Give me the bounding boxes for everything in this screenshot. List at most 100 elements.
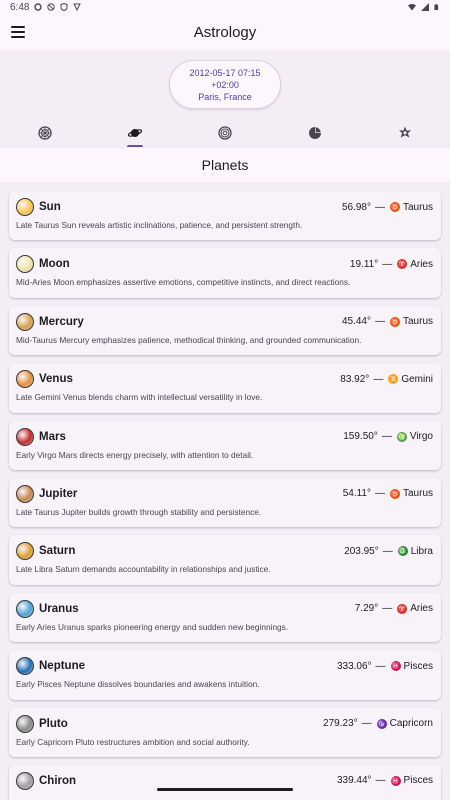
planet-sign: Pisces bbox=[403, 775, 433, 787]
neptune-icon bbox=[16, 657, 34, 676]
planet-card-header: Uranus 7.29° — ♈ Aries bbox=[16, 599, 433, 619]
tab-zodiac[interactable] bbox=[0, 119, 90, 147]
pisces-sign-icon: ♓ bbox=[390, 661, 401, 672]
planet-card-venus[interactable]: Venus 83.92° — ♊ Gemini Late Gemini Venus ble… bbox=[9, 363, 441, 413]
app-title: Astrology bbox=[193, 23, 257, 41]
planet-degree: 339.44° bbox=[336, 775, 372, 787]
planet-sign: Aries bbox=[410, 603, 433, 615]
sun-icon bbox=[16, 198, 34, 216]
planet-card-mars[interactable]: Mars 159.50° — ♍ Virgo Early Virgo Mars direc… bbox=[9, 420, 441, 470]
jupiter-icon bbox=[16, 484, 34, 503]
planet-card-saturn[interactable]: Saturn 203.95° — ♎ Libra Late Libra Saturn de… bbox=[9, 535, 441, 585]
mars-icon bbox=[16, 427, 34, 446]
planet-card-chiron[interactable]: Chiron 339.44° — ♓ Pisces bbox=[9, 764, 441, 800]
planet-degree: 83.92° bbox=[340, 373, 370, 385]
planet-card-sun[interactable]: Sun 56.98° — ♉ Taurus Late Taurus Sun reveals… bbox=[9, 191, 441, 241]
aspects-star-icon bbox=[399, 126, 411, 138]
planet-card-header: Sun 56.98° — ♉ Taurus bbox=[16, 197, 433, 217]
planet-sign: Taurus bbox=[402, 201, 433, 213]
planet-name: Saturn bbox=[39, 545, 76, 558]
planet-description: Mid-Taurus Mercury emphasizes patience, … bbox=[16, 334, 362, 345]
planet-name: Venus bbox=[39, 373, 73, 386]
vpn-icon bbox=[73, 3, 82, 11]
uranus-icon bbox=[16, 599, 34, 618]
planet-card-header: Moon 19.11° — ♈ Aries bbox=[16, 254, 433, 274]
chart-datetime: 2012-05-17 07:15 bbox=[189, 67, 261, 78]
planet-description: Late Taurus Sun reveals artistic inclina… bbox=[16, 220, 303, 230]
do-not-disturb-icon bbox=[47, 3, 56, 11]
chart-location: Paris, France bbox=[198, 91, 252, 102]
planet-card-header: Venus 83.92° — ♊ Gemini bbox=[16, 369, 433, 389]
planet-position: 279.23° — ♑ Capricorn bbox=[323, 718, 433, 729]
planet-position: 54.11° — ♉ Taurus bbox=[343, 488, 433, 499]
section-title: Planets bbox=[0, 148, 450, 182]
planet-name: Sun bbox=[39, 201, 61, 213]
planet-name: Pluto bbox=[39, 717, 68, 730]
planet-sign: Libra bbox=[410, 545, 433, 557]
chiron-icon bbox=[16, 771, 34, 790]
shield-icon bbox=[60, 3, 68, 11]
gemini-sign-icon: ♊ bbox=[388, 374, 399, 385]
planet-card-header: Mercury 45.44° — ♉ Taurus bbox=[16, 312, 433, 332]
gesture-nav-handle[interactable] bbox=[157, 788, 293, 791]
planet-card-pluto[interactable]: Pluto 279.23° — ♑ Capricorn Early Capricorn P… bbox=[9, 707, 441, 757]
planet-degree: 159.50° bbox=[343, 431, 378, 443]
aries-sign-icon: ♈ bbox=[397, 603, 408, 614]
tab-distribution[interactable] bbox=[270, 119, 360, 147]
chart-info-button[interactable]: 2012-05-17 07:15 +02:00 Paris, France bbox=[169, 60, 281, 109]
planet-degree: 56.98° bbox=[341, 201, 371, 213]
chart-offset: +02:00 bbox=[211, 79, 239, 90]
battery-icon bbox=[434, 4, 439, 10]
wifi-icon bbox=[408, 4, 416, 11]
planet-list[interactable]: Sun 56.98° — ♉ Taurus Late Taurus Sun reveals… bbox=[0, 182, 450, 800]
saturn-icon bbox=[16, 542, 34, 561]
planet-degree: 279.23° bbox=[323, 718, 358, 730]
planet-card-neptune[interactable]: Neptune 333.06° — ♓ Pisces Early Pisces Neptu… bbox=[9, 650, 441, 700]
planet-degree: 54.11° bbox=[342, 488, 371, 500]
separator: — bbox=[382, 545, 393, 557]
planet-position: 159.50° — ♍ Virgo bbox=[343, 431, 433, 442]
planet-card-header: Mars 159.50° — ♍ Virgo bbox=[16, 427, 433, 447]
planet-card-header: Neptune 333.06° — ♓ Pisces bbox=[16, 656, 433, 676]
capricorn-sign-icon: ♑ bbox=[376, 718, 387, 729]
tab-houses[interactable] bbox=[180, 119, 270, 147]
gear-icon bbox=[34, 3, 43, 11]
menu-button[interactable] bbox=[11, 26, 25, 38]
planet-card-header: Saturn 203.95° — ♎ Libra bbox=[16, 541, 433, 561]
planet-position: 333.06° — ♓ Pisces bbox=[337, 661, 433, 672]
planet-card-uranus[interactable]: Uranus 7.29° — ♈ Aries Early Aries Uranus spa… bbox=[9, 592, 441, 643]
virgo-sign-icon: ♍ bbox=[396, 431, 407, 442]
separator: — bbox=[382, 603, 393, 615]
planet-sign: Capricorn bbox=[389, 718, 433, 730]
taurus-sign-icon: ♉ bbox=[389, 316, 400, 327]
planet-name: Mars bbox=[39, 430, 66, 443]
planet-sign: Pisces bbox=[403, 660, 433, 672]
planet-sign: Taurus bbox=[402, 488, 433, 500]
planet-sign: Gemini bbox=[401, 373, 433, 385]
libra-sign-icon: ♎ bbox=[397, 546, 408, 557]
app-bar: Astrology bbox=[0, 14, 450, 50]
planet-card-header: Jupiter 54.11° — ♉ Taurus bbox=[16, 484, 433, 504]
planet-description: Early Aries Uranus sparks pioneering ene… bbox=[16, 621, 289, 632]
planet-card-mercury[interactable]: Mercury 45.44° — ♉ Taurus Mid-Taurus Mercury … bbox=[9, 305, 441, 356]
pisces-sign-icon: ♓ bbox=[390, 775, 401, 786]
separator: — bbox=[382, 258, 393, 270]
planet-card-jupiter[interactable]: Jupiter 54.11° — ♉ Taurus Late Taurus Jupiter… bbox=[9, 477, 441, 528]
planet-degree: 19.11° bbox=[349, 258, 379, 270]
planet-name: Neptune bbox=[39, 660, 85, 673]
planet-degree: 7.29° bbox=[354, 603, 379, 615]
separator: — bbox=[381, 431, 392, 443]
planet-name: Chiron bbox=[39, 774, 77, 787]
planet-sign: Taurus bbox=[402, 316, 433, 328]
tab-planets[interactable] bbox=[90, 119, 180, 147]
tab-aspects[interactable] bbox=[360, 119, 450, 147]
planet-description: Mid-Aries Moon emphasizes assertive emot… bbox=[16, 277, 351, 288]
separator: — bbox=[374, 316, 385, 328]
pluto-icon bbox=[16, 714, 34, 733]
planet-description: Early Capricorn Pluto restructures ambit… bbox=[16, 736, 250, 747]
separator: — bbox=[375, 775, 386, 787]
pie-chart-icon bbox=[309, 127, 321, 139]
planet-card-moon[interactable]: Moon 19.11° — ♈ Aries Mid-Aries Moon emphasiz… bbox=[9, 248, 441, 298]
planet-position: 339.44° — ♓ Pisces bbox=[337, 775, 433, 786]
planet-name: Jupiter bbox=[39, 487, 78, 500]
